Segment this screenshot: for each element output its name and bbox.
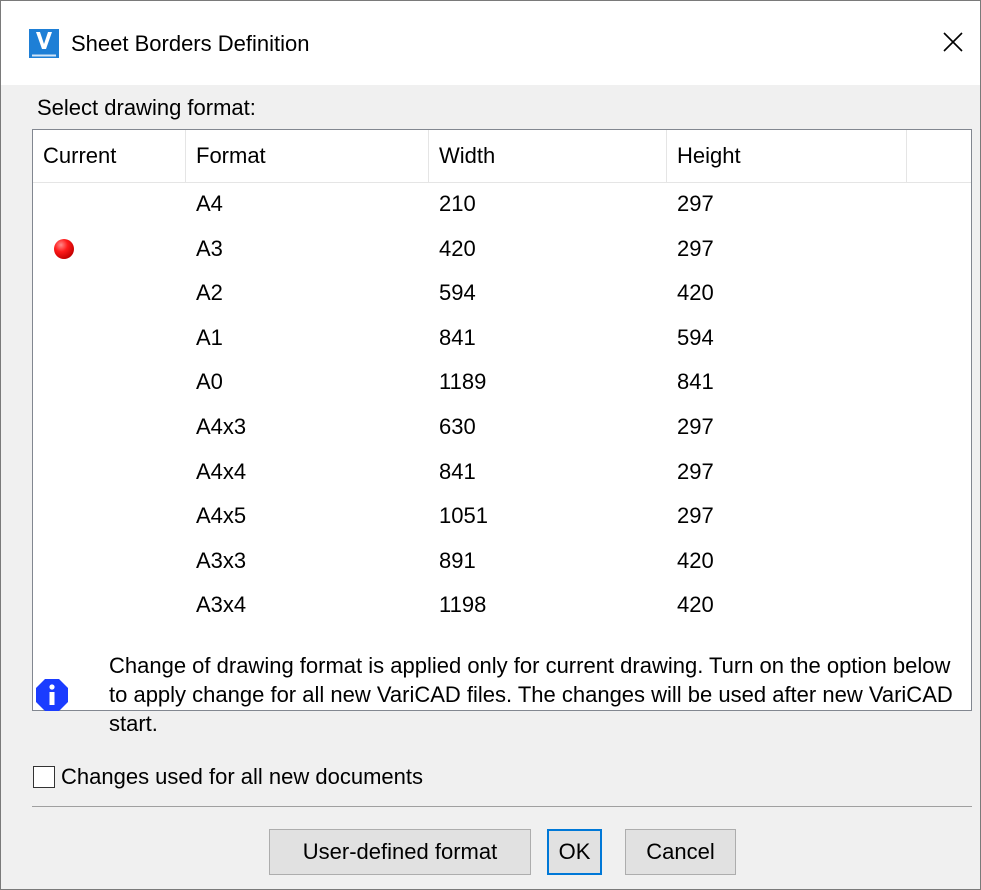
table-row[interactable]: A4x3 630 297 <box>33 405 971 450</box>
height-cell: 594 <box>677 324 714 350</box>
column-header-filler <box>907 130 971 182</box>
current-cell <box>33 583 186 628</box>
format-cell: A4 <box>196 191 223 216</box>
current-cell <box>33 316 186 361</box>
width-cell: 594 <box>439 280 476 306</box>
height-cell: 297 <box>677 235 714 261</box>
table-row[interactable]: A3 420 297 <box>33 227 971 272</box>
current-cell <box>33 360 186 405</box>
current-cell <box>33 539 186 584</box>
width-cell: 210 <box>439 191 476 216</box>
width-cell: 841 <box>439 324 476 350</box>
current-cell <box>33 271 186 316</box>
current-cell <box>33 405 186 450</box>
current-cell <box>33 450 186 495</box>
column-header-current[interactable]: Current <box>33 130 186 182</box>
varicad-logo-icon <box>28 27 60 59</box>
table-row[interactable]: A3x4 1198 420 <box>33 583 971 628</box>
select-format-label: Select drawing format: <box>37 95 256 120</box>
height-cell: 297 <box>677 458 714 484</box>
table-body: A4 210 297 A3 420 297 A2 594 420 A1 841 … <box>33 182 971 628</box>
width-cell: 1189 <box>439 369 487 395</box>
info-message: Change of drawing format is applied only… <box>109 653 953 736</box>
cancel-button[interactable]: Cancel <box>625 829 736 875</box>
width-cell: 891 <box>439 547 476 573</box>
title-bar[interactable]: Sheet Borders Definition <box>1 1 980 85</box>
width-cell: 630 <box>439 413 476 439</box>
height-cell: 297 <box>677 503 714 529</box>
current-cell <box>33 182 186 227</box>
current-format-indicator <box>54 238 74 259</box>
format-cell: A4x4 <box>196 458 247 484</box>
column-header-format[interactable]: Format <box>186 130 429 182</box>
table-row[interactable]: A4x4 841 297 <box>33 450 971 495</box>
column-header-width[interactable]: Width <box>429 130 667 182</box>
ok-button[interactable]: OK <box>547 829 602 875</box>
format-cell: A0 <box>196 369 223 395</box>
current-cell <box>33 494 186 539</box>
sheet-borders-dialog: Sheet Borders Definition Select drawing … <box>0 0 981 890</box>
format-cell: A1 <box>196 324 223 350</box>
table-row[interactable]: A2 594 420 <box>33 271 971 316</box>
close-button[interactable] <box>931 21 975 63</box>
dialog-title: Sheet Borders Definition <box>71 31 310 56</box>
all-documents-checkbox-label[interactable]: Changes used for all new documents <box>61 763 423 791</box>
height-cell: 420 <box>677 592 714 618</box>
table-row[interactable]: A4 210 297 <box>33 182 971 227</box>
all-documents-checkbox-row[interactable]: Changes used for all new documents <box>33 763 423 791</box>
dialog-content: Select drawing format: Current Format Wi… <box>1 85 980 889</box>
height-cell: 420 <box>677 280 714 306</box>
table-header: Current Format Width Height <box>33 130 971 183</box>
close-icon <box>943 32 963 52</box>
height-cell: 841 <box>677 369 714 395</box>
format-cell: A3x3 <box>196 547 247 573</box>
format-cell: A3 <box>196 235 223 261</box>
table-row[interactable]: A0 1189 841 <box>33 360 971 405</box>
format-table: Current Format Width Height A4 210 297 A <box>32 129 972 711</box>
width-cell: 1051 <box>439 503 488 529</box>
table-row[interactable]: A3x3 891 420 <box>33 539 971 584</box>
format-cell: A4x5 <box>196 503 247 529</box>
height-cell: 297 <box>677 191 714 216</box>
width-cell: 1198 <box>439 592 487 618</box>
height-cell: 420 <box>677 547 714 573</box>
info-icon <box>36 679 68 711</box>
width-cell: 420 <box>439 235 476 261</box>
column-header-height[interactable]: Height <box>667 130 907 182</box>
user-defined-format-button[interactable]: User-defined format <box>269 829 531 875</box>
width-cell: 841 <box>439 458 476 484</box>
table-row[interactable]: A1 841 594 <box>33 316 971 361</box>
divider <box>32 806 972 807</box>
table-row[interactable]: A4x5 1051 297 <box>33 494 971 539</box>
current-cell <box>33 227 186 272</box>
format-cell: A4x3 <box>196 413 247 439</box>
format-cell: A3x4 <box>196 592 247 618</box>
all-documents-checkbox[interactable] <box>33 766 55 788</box>
format-cell: A2 <box>196 280 223 306</box>
height-cell: 297 <box>677 413 714 439</box>
